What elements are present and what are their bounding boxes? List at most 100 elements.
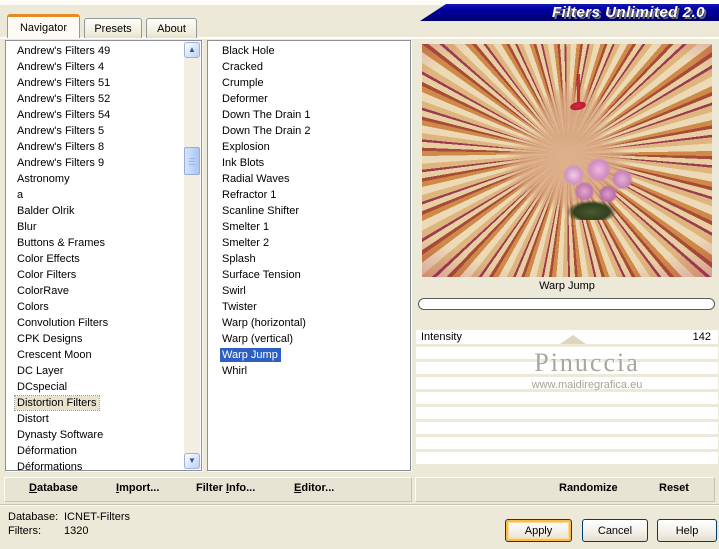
list-item[interactable]: Color Filters <box>6 267 184 283</box>
list-item[interactable]: Andrew's Filters 8 <box>6 139 184 155</box>
list-item[interactable]: Colors <box>6 299 184 315</box>
param-strip <box>416 422 718 434</box>
list-item[interactable]: Down The Drain 1 <box>208 107 410 123</box>
list-item[interactable]: Down The Drain 2 <box>208 123 410 139</box>
list-item[interactable]: Déformation <box>6 443 184 459</box>
list-item[interactable]: Distort <box>6 411 184 427</box>
tab-about-label: About <box>157 22 186 35</box>
list-item[interactable]: CPK Designs <box>6 331 184 347</box>
preview-caption: Warp Jump <box>539 280 595 292</box>
list-item[interactable]: Blur <box>6 219 184 235</box>
list-item[interactable]: Warp (horizontal) <box>208 315 410 331</box>
list-item[interactable]: Surface Tension <box>208 267 410 283</box>
editor-menu-item[interactable]: Editor... <box>294 482 334 494</box>
list-item[interactable]: Distortion Filters <box>6 395 184 411</box>
filter-list-items: Black Hole Cracked Crumple Deformer Down The… <box>208 43 410 379</box>
filter-listbox[interactable]: Black Hole Cracked Crumple Deformer Down The… <box>207 40 411 471</box>
menu-text: ditor... <box>301 482 335 494</box>
filters-unlimited-dialog: { "window": { "banner_title": "Filters U… <box>0 0 719 549</box>
list-item[interactable]: Astronomy <box>6 171 184 187</box>
reset-menu-item[interactable]: Reset <box>659 482 689 494</box>
list-item[interactable]: Andrew's Filters 5 <box>6 123 184 139</box>
list-item[interactable]: Balder Olrik <box>6 203 184 219</box>
list-item[interactable]: Deformer <box>208 91 410 107</box>
list-item[interactable]: Cracked <box>208 59 410 75</box>
list-item[interactable]: ColorRave <box>6 283 184 299</box>
list-item[interactable]: Warp (vertical) <box>208 331 410 347</box>
list-item[interactable]: Whirl <box>208 363 410 379</box>
list-item[interactable]: Radial Waves <box>208 171 410 187</box>
menu-text: mport... <box>119 482 160 494</box>
category-scrollbar[interactable]: ▲ ▼ <box>184 42 200 469</box>
param-strip <box>416 407 718 419</box>
red-streak <box>577 74 580 105</box>
filter-info-menu-item[interactable]: Filter Info... <box>196 482 255 494</box>
list-item[interactable]: Déformations <box>6 459 184 470</box>
list-item[interactable]: Andrew's Filters 49 <box>6 43 184 59</box>
menu-text: Filter <box>196 482 226 494</box>
list-item[interactable]: Andrew's Filters 51 <box>6 75 184 91</box>
list-item[interactable]: Dynasty Software <box>6 427 184 443</box>
filters-status-label: Filters: <box>8 525 41 537</box>
scroll-down-icon[interactable]: ▼ <box>184 453 200 469</box>
list-item[interactable]: Ink Blots <box>208 155 410 171</box>
list-item[interactable]: DCspecial <box>6 379 184 395</box>
database-status-value: ICNET-Filters <box>64 511 130 523</box>
list-item[interactable]: Smelter 1 <box>208 219 410 235</box>
list-item[interactable]: Buttons & Frames <box>6 235 184 251</box>
list-item[interactable]: Black Hole <box>208 43 410 59</box>
clipped-text-fragment: ··· ········ ···· · · ·· <box>2 0 111 3</box>
list-item[interactable]: Warp Jump <box>208 347 410 363</box>
list-item[interactable]: DC Layer <box>6 363 184 379</box>
randomize-menu-item[interactable]: Randomize <box>559 482 618 494</box>
list-item[interactable]: Swirl <box>208 283 410 299</box>
cancel-button[interactable]: Cancel <box>582 519 648 542</box>
apply-button[interactable]: Apply <box>505 519 572 542</box>
intensity-slider-thumb[interactable] <box>560 335 586 344</box>
list-item[interactable]: a <box>6 187 184 203</box>
tab-presets-label: Presets <box>94 22 132 35</box>
progress-bar <box>418 298 715 310</box>
list-item[interactable]: Twister <box>208 299 410 315</box>
list-item[interactable]: Color Effects <box>6 251 184 267</box>
slider-value: 142 <box>692 331 711 343</box>
menu-text: nfo... <box>229 482 256 494</box>
param-strip <box>416 392 718 404</box>
category-listbox[interactable]: Andrew's Filters 49 Andrew's Filters 4 And… <box>5 40 202 471</box>
database-status-label: Database: <box>8 511 59 523</box>
list-item[interactable]: Andrew's Filters 54 <box>6 107 184 123</box>
flower-bouquet <box>552 152 642 220</box>
list-item[interactable]: Crescent Moon <box>6 347 184 363</box>
list-item[interactable]: Andrew's Filters 52 <box>6 91 184 107</box>
param-strip <box>416 377 718 389</box>
app-banner: Filters Unlimited 2.0 <box>420 4 719 21</box>
scroll-up-icon[interactable]: ▲ <box>184 42 200 58</box>
import-menu-item[interactable]: Import... <box>116 482 159 494</box>
filters-status-value: 1320 <box>64 525 89 537</box>
param-strip <box>416 452 718 464</box>
tab-presets[interactable]: Presets <box>84 18 142 38</box>
list-item[interactable]: Smelter 2 <box>208 235 410 251</box>
preview-image[interactable] <box>422 44 712 277</box>
scrollbar-thumb[interactable] <box>184 147 200 175</box>
list-item[interactable]: Scanline Shifter <box>208 203 410 219</box>
right-toolbar: Randomize Reset <box>415 477 715 502</box>
list-item[interactable]: Andrew's Filters 9 <box>6 155 184 171</box>
menu-text: atabase <box>36 482 78 494</box>
database-menu-item[interactable]: Database <box>29 482 78 494</box>
divider <box>0 504 719 506</box>
left-toolbar: Database Import... Filter Info... Editor… <box>4 477 412 502</box>
list-item[interactable]: Andrew's Filters 4 <box>6 59 184 75</box>
list-item[interactable]: Refractor 1 <box>208 187 410 203</box>
lips-detail <box>569 100 587 112</box>
help-button[interactable]: Help <box>657 519 717 542</box>
param-strip <box>416 437 718 449</box>
list-item[interactable]: Explosion <box>208 139 410 155</box>
param-strip <box>416 347 718 359</box>
app-title: Filters Unlimited 2.0 <box>551 4 705 21</box>
list-item[interactable]: Crumple <box>208 75 410 91</box>
tab-about[interactable]: About <box>146 18 197 38</box>
list-item[interactable]: Convolution Filters <box>6 315 184 331</box>
list-item[interactable]: Splash <box>208 251 410 267</box>
tab-navigator[interactable]: Navigator <box>7 14 80 38</box>
